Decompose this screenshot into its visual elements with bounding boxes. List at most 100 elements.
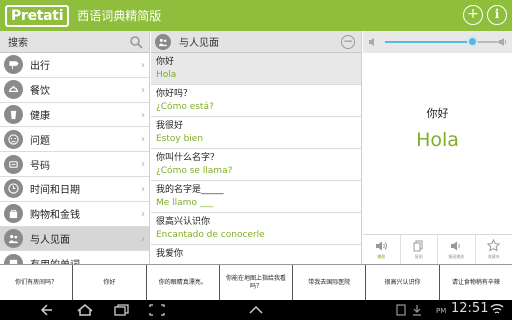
category-item-problems[interactable]: 问题 › bbox=[0, 127, 149, 153]
category-sidebar: 搜索 出行 › 餐饮 › 健康 › 问题 › 号码 › 时间和日期 › 购物和金… bbox=[0, 31, 150, 264]
app-root: Pretati 西语词典精简版 + i 搜索 出行 › 餐饮 › 健康 › 问题… bbox=[0, 0, 512, 320]
volume-control bbox=[363, 31, 512, 53]
screenshot-icon[interactable] bbox=[148, 304, 166, 316]
status-clock: 12:51 bbox=[451, 301, 489, 316]
phrase-item[interactable]: 我的名字是_____ Me llamo ___ bbox=[151, 181, 361, 213]
notification-icon bbox=[396, 304, 406, 316]
shopping-bag-icon bbox=[4, 204, 23, 224]
category-item-travel[interactable]: 出行 › bbox=[0, 53, 149, 78]
category-item-health[interactable]: 健康 › bbox=[0, 103, 149, 128]
category-label: 时间和日期 bbox=[30, 185, 80, 197]
suggestion-item[interactable]: 你能在地图上指给我看吗？ bbox=[220, 265, 294, 300]
phrase-spanish: ¿Cómo está? bbox=[156, 102, 214, 112]
category-item-meeting-people[interactable]: 与人见面 › bbox=[0, 226, 149, 252]
phrase-chinese: 我爱你 bbox=[156, 249, 184, 259]
detail-chinese: 你好 bbox=[426, 107, 449, 120]
suggestion-item[interactable]: 请让食物稍有辛辣 bbox=[440, 265, 512, 300]
home-icon[interactable] bbox=[76, 304, 94, 316]
app-header: Pretati 西语词典精简版 + i bbox=[0, 0, 512, 31]
phrase-spanish: Hola bbox=[156, 70, 177, 80]
cup-icon bbox=[4, 104, 23, 124]
search-icon[interactable] bbox=[129, 35, 143, 49]
suggestion-item[interactable]: 很高兴认识你 bbox=[366, 265, 440, 300]
suggestion-item[interactable]: 带我去国际医院 bbox=[293, 265, 367, 300]
chevron-right-icon: › bbox=[141, 183, 145, 195]
signpost-icon bbox=[4, 55, 23, 75]
chevron-right-icon: › bbox=[141, 60, 145, 71]
back-icon[interactable] bbox=[40, 304, 58, 316]
phrase-item[interactable]: 你好吗？ ¿Cómo está? bbox=[151, 85, 361, 117]
wifi-icon bbox=[490, 304, 504, 314]
volume-slider-fill[interactable] bbox=[385, 41, 473, 43]
copy-icon bbox=[413, 240, 423, 251]
category-label: 问题 bbox=[30, 135, 50, 147]
favorite-button[interactable]: 收藏夹 bbox=[476, 235, 512, 264]
phrase-chinese: 我的名字是_____ bbox=[156, 185, 224, 195]
phrase-list-title: 与人见面 bbox=[179, 38, 219, 49]
suggestion-item[interactable]: 你的眼睛真漂亮。 bbox=[147, 265, 220, 300]
phrase-chinese: 你好吗？ bbox=[156, 89, 193, 99]
phrase-chinese: 你好 bbox=[156, 57, 175, 67]
category-label: 出行 bbox=[30, 61, 50, 73]
volume-high-icon bbox=[499, 38, 507, 46]
play-button[interactable]: 播放 bbox=[363, 235, 401, 264]
detail-actions: 播放 复制 慢速播放 收藏夹 bbox=[363, 234, 512, 264]
app-title: 西语词典精简版 bbox=[77, 9, 162, 23]
volume-slider-handle[interactable] bbox=[467, 36, 478, 47]
phrase-item[interactable]: 你叫什么名字？ ¿Cómo se llama? bbox=[151, 149, 361, 181]
chevron-up-icon[interactable] bbox=[248, 304, 264, 316]
search-bar[interactable]: 搜索 bbox=[0, 31, 149, 53]
category-item-shopping[interactable]: 购物和金钱 › bbox=[0, 202, 149, 227]
star-icon bbox=[487, 239, 501, 252]
suggestion-item[interactable]: 你好 bbox=[73, 265, 147, 300]
recent-apps-icon[interactable] bbox=[112, 304, 130, 316]
phrase-spanish: Estoy bien bbox=[156, 134, 204, 144]
phrase-item[interactable]: 我爱你 bbox=[151, 245, 361, 264]
phrase-spanish: Me llamo ___ bbox=[156, 198, 214, 208]
search-label: 搜索 bbox=[8, 38, 28, 49]
slow-play-button[interactable]: 慢速播放 bbox=[438, 235, 476, 264]
speaker-icon bbox=[376, 241, 388, 250]
phrase-item[interactable]: 很高兴认识你 Encantado de conocerle bbox=[151, 213, 361, 245]
phrase-chinese: 你叫什么名字？ bbox=[156, 153, 220, 163]
category-label: 健康 bbox=[30, 110, 50, 122]
copy-button[interactable]: 复制 bbox=[401, 235, 438, 264]
phrase-chinese: 我很好 bbox=[156, 121, 184, 131]
collapse-icon[interactable]: − bbox=[341, 35, 355, 49]
download-icon bbox=[413, 305, 421, 316]
category-label: 有用的单词 bbox=[30, 256, 80, 264]
copy-label: 复制 bbox=[414, 253, 423, 259]
category-label: 号码 bbox=[30, 160, 50, 172]
category-item-numbers[interactable]: 号码 › bbox=[0, 152, 149, 177]
chevron-right-icon: › bbox=[141, 134, 145, 146]
book-icon bbox=[4, 253, 23, 264]
suggestion-item[interactable]: 你们有房间吗？ bbox=[0, 265, 74, 300]
chevron-right-icon: › bbox=[141, 109, 145, 121]
phrase-spanish: ¿Cómo se llama? bbox=[156, 166, 233, 176]
phrase-spanish: Encantado de conocerle bbox=[156, 230, 265, 240]
phrase-chinese: 很高兴认识你 bbox=[156, 217, 211, 227]
favorite-label: 收藏夹 bbox=[487, 254, 500, 259]
category-item-dining[interactable]: 餐饮 › bbox=[0, 78, 149, 103]
category-label: 餐饮 bbox=[30, 86, 50, 98]
suggestion-bar: 你们有房间吗？ 你好 你的眼睛真漂亮。 你能在地图上指给我看吗？ 带我去国际医院… bbox=[0, 264, 512, 300]
slow-speaker-icon bbox=[451, 241, 461, 250]
slow-play-label: 慢速播放 bbox=[448, 253, 465, 259]
clock-icon bbox=[4, 179, 23, 199]
phrase-item[interactable]: 我很好 Estoy bien bbox=[151, 117, 361, 149]
category-item-time-date[interactable]: 时间和日期 › bbox=[0, 177, 149, 202]
phrase-item[interactable]: 你好 Hola bbox=[151, 53, 361, 85]
phrase-detail-panel: 你好 Hola 播放 复制 慢速播放 收藏夹 bbox=[363, 31, 512, 264]
play-label: 播放 bbox=[377, 253, 386, 259]
phrase-list-panel: 与人见面 − 你好 Hola 你好吗？ ¿Cómo está? 我很好 Esto… bbox=[151, 31, 362, 264]
pretati-logo: Pretati bbox=[5, 4, 70, 27]
add-icon[interactable]: + bbox=[463, 5, 483, 25]
info-icon[interactable]: i bbox=[487, 5, 507, 25]
detail-spanish: Hola bbox=[416, 129, 459, 151]
system-nav-bar: PM 12:51 bbox=[0, 300, 512, 320]
chevron-right-icon: › bbox=[141, 233, 145, 245]
people-icon bbox=[4, 228, 23, 248]
chevron-right-icon: › bbox=[141, 84, 145, 96]
category-label: 与人见面 bbox=[30, 234, 70, 246]
category-item-useful-words[interactable]: 有用的单词 bbox=[0, 251, 149, 264]
